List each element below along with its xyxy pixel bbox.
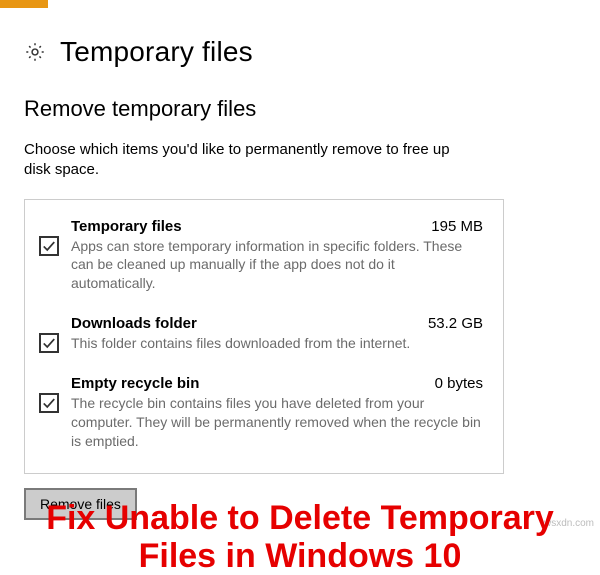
gear-icon <box>24 41 46 63</box>
item-title: Temporary files <box>71 218 182 235</box>
item-title: Empty recycle bin <box>71 375 199 392</box>
list-item: Downloads folder 53.2 GB This folder con… <box>35 305 487 365</box>
item-description: Apps can store temporary information in … <box>71 237 483 294</box>
item-title: Downloads folder <box>71 315 197 332</box>
checkbox-empty-recycle-bin[interactable] <box>39 393 59 413</box>
item-size: 53.2 GB <box>428 315 483 332</box>
section-title: Remove temporary files <box>24 96 576 122</box>
list-item: Temporary files 195 MB Apps can store te… <box>35 210 487 306</box>
caption-line: Files in Windows 10 <box>8 538 592 575</box>
page-title: Temporary files <box>60 36 253 68</box>
item-description: The recycle bin contains files you have … <box>71 394 483 451</box>
item-description: This folder contains files downloaded fr… <box>71 334 483 353</box>
page-header: Temporary files <box>24 36 576 68</box>
item-size: 0 bytes <box>435 375 483 392</box>
caption-line: Fix Unable to Delete Temporary <box>8 500 592 537</box>
checkbox-downloads-folder[interactable] <box>39 333 59 353</box>
checkbox-temporary-files[interactable] <box>39 236 59 256</box>
article-caption: Fix Unable to Delete Temporary Files in … <box>0 496 600 575</box>
item-size: 195 MB <box>431 218 483 235</box>
items-list: Temporary files 195 MB Apps can store te… <box>24 199 504 474</box>
accent-bar <box>0 0 48 8</box>
section-description: Choose which items you'd like to permane… <box>24 140 469 181</box>
list-item: Empty recycle bin 0 bytes The recycle bi… <box>35 365 487 463</box>
